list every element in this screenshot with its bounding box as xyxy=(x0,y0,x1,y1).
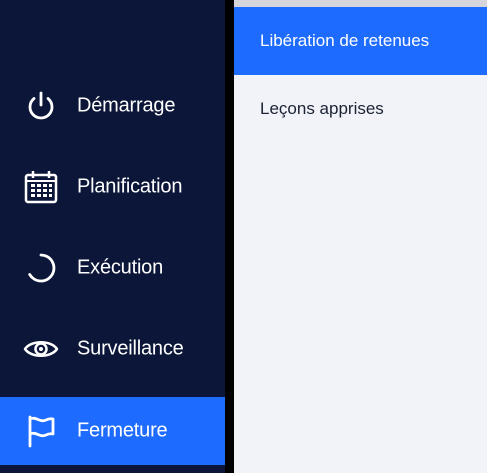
submenu-item-lecons-apprises[interactable]: Leçons apprises xyxy=(234,75,487,143)
submenu-panel: Libération de retenues Leçons apprises xyxy=(234,0,487,473)
power-icon xyxy=(22,87,60,125)
sidebar: Démarrage Planification Exécution Survei… xyxy=(0,0,225,473)
progress-ring-icon xyxy=(22,249,60,287)
submenu-item-label: Libération de retenues xyxy=(260,31,430,50)
submenu-item-liberation-de-retenues[interactable]: Libération de retenues xyxy=(234,7,487,75)
flag-icon xyxy=(22,412,60,450)
sidebar-divider xyxy=(225,0,234,473)
sidebar-item-label: Démarrage xyxy=(77,94,176,117)
sidebar-item-surveillance[interactable]: Surveillance xyxy=(0,315,225,383)
sidebar-item-label: Planification xyxy=(77,175,183,198)
sidebar-item-label: Fermeture xyxy=(77,419,168,442)
sidebar-item-execution[interactable]: Exécution xyxy=(0,234,225,302)
submenu-item-label: Leçons apprises xyxy=(260,99,384,118)
calendar-icon xyxy=(22,168,60,206)
sidebar-item-planification[interactable]: Planification xyxy=(0,153,225,221)
sidebar-item-label: Surveillance xyxy=(77,337,184,360)
app-window: Démarrage Planification Exécution Survei… xyxy=(0,0,487,473)
sidebar-item-fermeture[interactable]: Fermeture xyxy=(0,397,225,465)
sidebar-item-demarrage[interactable]: Démarrage xyxy=(0,72,225,140)
eye-icon xyxy=(22,330,60,368)
sidebar-item-label: Exécution xyxy=(77,256,164,279)
panel-top-border xyxy=(234,0,487,7)
